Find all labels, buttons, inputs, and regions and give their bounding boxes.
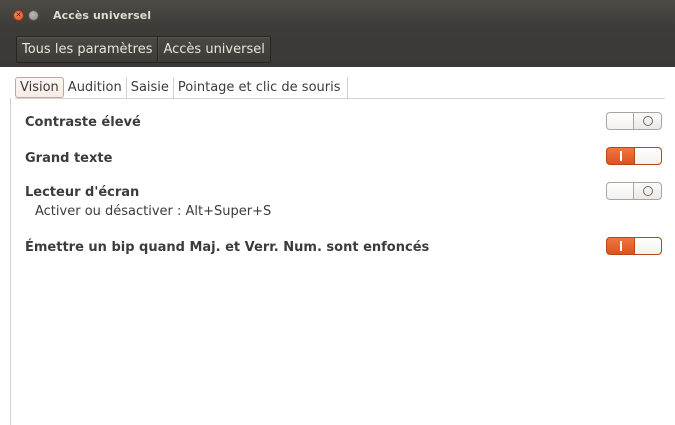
switch-off-icon: [643, 116, 653, 126]
minimize-window-button[interactable]: [28, 10, 39, 21]
switch-on-icon: [620, 151, 622, 161]
switch-knob: [634, 238, 661, 254]
switch-knob: [634, 148, 661, 164]
window-title: Accès universel: [53, 9, 152, 22]
tab-pointage[interactable]: Pointage et clic de souris: [174, 77, 348, 98]
setting-label-high-contrast: Contraste élevé: [25, 115, 141, 130]
screen-reader-shortcut-hint: Activer ou désactiver : Alt+Super+S: [35, 204, 272, 219]
tab-saisie[interactable]: Saisie: [127, 77, 174, 98]
switch-knob: [607, 113, 634, 129]
setting-label-toggle-keys: Émettre un bip quand Maj. et Verr. Num. …: [25, 240, 430, 255]
tab-audition[interactable]: Audition: [64, 77, 127, 98]
close-window-button[interactable]: [13, 10, 24, 21]
vision-panel: Contraste élevé Grand texte Lecteur d'éc…: [10, 98, 675, 425]
setting-row-screen-reader: Lecteur d'écran: [25, 181, 663, 201]
toolbar: Tous les paramètres Accès universel: [0, 31, 675, 67]
breadcrumb: Tous les paramètres Accès universel: [16, 35, 271, 63]
setting-row-high-contrast: Contraste élevé: [25, 111, 663, 131]
window-controls: [13, 10, 39, 21]
setting-row-large-text: Grand texte: [25, 147, 663, 167]
toggle-keys-switch[interactable]: [606, 237, 662, 255]
breadcrumb-universal-access[interactable]: Accès universel: [157, 36, 269, 62]
setting-row-toggle-keys: Émettre un bip quand Maj. et Verr. Num. …: [25, 236, 663, 256]
tab-vision[interactable]: Vision: [15, 77, 64, 98]
switch-off-icon: [643, 186, 653, 196]
settings-window: Accès universel Tous les paramètres Accè…: [0, 0, 675, 425]
high-contrast-switch[interactable]: [606, 112, 662, 130]
setting-label-large-text: Grand texte: [25, 151, 113, 166]
breadcrumb-all-settings[interactable]: Tous les paramètres: [17, 37, 157, 62]
setting-label-screen-reader: Lecteur d'écran: [25, 185, 140, 200]
title-bar: Accès universel: [0, 0, 675, 31]
switch-on-icon: [620, 241, 622, 251]
tab-bar: Vision Audition Saisie Pointage et clic …: [15, 77, 348, 98]
screen-reader-switch[interactable]: [606, 182, 662, 200]
switch-knob: [607, 183, 634, 199]
large-text-switch[interactable]: [606, 147, 662, 165]
